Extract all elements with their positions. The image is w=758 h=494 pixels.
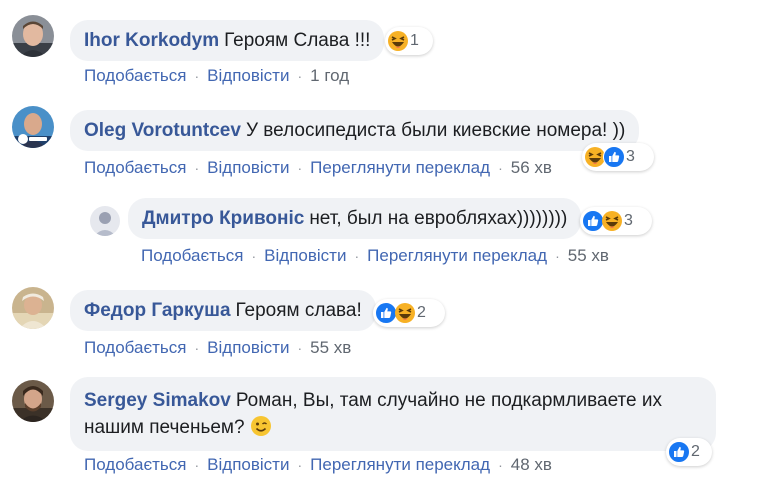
haha-icon — [394, 302, 416, 324]
avatar-dmytro-kryvonis[interactable] — [90, 206, 120, 236]
reaction-count: 1 — [410, 32, 419, 49]
like-link[interactable]: Подобається — [84, 338, 187, 358]
reaction-count: 3 — [624, 212, 633, 229]
reaction-summary[interactable]: 1 — [385, 27, 433, 55]
comment-bubble: Ihor Korkodym Героям Слава !!! — [70, 20, 385, 61]
reply-link[interactable]: Відповісти — [207, 455, 289, 475]
see-translation-link[interactable]: Переглянути переклад — [310, 455, 490, 475]
reply-link[interactable]: Відповісти — [207, 338, 289, 358]
reaction-count: 2 — [417, 304, 426, 321]
reaction-summary[interactable]: 3 — [580, 207, 652, 235]
like-link[interactable]: Подобається — [141, 246, 244, 266]
reply-link[interactable]: Відповісти — [207, 158, 289, 178]
separator-dot: · — [297, 68, 303, 84]
reply-bubble: Дмитро Кривоніс нет, был на евробляхах)))… — [128, 198, 582, 239]
separator-dot: · — [297, 340, 303, 356]
timestamp[interactable]: 56 хв — [511, 158, 552, 178]
separator-dot: · — [194, 68, 200, 84]
comment-text: Героям Слава !!! — [224, 30, 371, 51]
comment-text-line1: Роман, Вы, там случайно не подкармливает… — [235, 390, 663, 411]
separator-dot: · — [194, 340, 200, 356]
comment-author[interactable]: Дмитро Кривоніс — [142, 208, 304, 229]
comment-author[interactable]: Sergey Simakov — [84, 390, 231, 411]
timestamp[interactable]: 1 год — [310, 66, 349, 86]
separator-dot: · — [194, 457, 200, 473]
comment-actions: Подобається · Відповісти · Переглянути п… — [84, 455, 552, 475]
like-icon — [668, 441, 690, 463]
reply-link[interactable]: Відповісти — [207, 66, 289, 86]
comment-author[interactable]: Ihor Korkodym — [84, 30, 219, 51]
reaction-summary[interactable]: 2 — [666, 438, 712, 466]
comment-bubble: Sergey Simakov Роман, Вы, там случайно не… — [70, 377, 716, 451]
comment-bubble: Oleg Vorotuntcev У велосипедиста были кие… — [70, 110, 640, 151]
timestamp[interactable]: 55 хв — [310, 338, 351, 358]
separator-dot: · — [354, 248, 360, 264]
avatar-oleg-vorotuntcev[interactable] — [12, 106, 54, 148]
separator-dot: · — [297, 457, 303, 473]
avatar-sergey-simakov[interactable] — [12, 380, 54, 422]
separator-dot: · — [194, 160, 200, 176]
wink-emoji-icon — [250, 415, 272, 437]
comment-actions: Подобається · Відповісти · Переглянути п… — [84, 158, 552, 178]
like-link[interactable]: Подобається — [84, 455, 187, 475]
see-translation-link[interactable]: Переглянути переклад — [310, 158, 490, 178]
reply-actions: Подобається · Відповісти · Переглянути п… — [141, 246, 609, 266]
comment-author[interactable]: Федор Гаркуша — [84, 300, 231, 321]
separator-dot: · — [498, 160, 503, 176]
comment-text: нет, был на евробляхах)))))))) — [309, 208, 568, 229]
comment-bubble: Федор Гаркуша Героям слава! — [70, 290, 376, 331]
like-link[interactable]: Подобається — [84, 66, 187, 86]
avatar-fedor-garkusha[interactable] — [12, 287, 54, 329]
comment-text: Героям слава! — [235, 300, 362, 321]
reaction-count: 3 — [626, 148, 635, 165]
haha-icon — [387, 30, 409, 52]
reaction-summary[interactable]: 3 — [582, 143, 654, 171]
separator-dot: · — [555, 248, 560, 264]
separator-dot: · — [297, 160, 303, 176]
separator-dot: · — [498, 457, 503, 473]
separator-dot: · — [251, 248, 257, 264]
timestamp[interactable]: 55 хв — [568, 246, 609, 266]
like-link[interactable]: Подобається — [84, 158, 187, 178]
comment-author[interactable]: Oleg Vorotuntcev — [84, 120, 241, 141]
comment-actions: Подобається · Відповісти · 55 хв — [84, 338, 351, 358]
timestamp[interactable]: 48 хв — [511, 455, 552, 475]
like-icon — [603, 146, 625, 168]
reply-link[interactable]: Відповісти — [264, 246, 346, 266]
reaction-summary[interactable]: 2 — [373, 299, 445, 327]
comment-text: У велосипедиста были киевские номера! )) — [245, 120, 626, 141]
comment-actions: Подобається · Відповісти · 1 год — [84, 66, 349, 86]
avatar-ihor-korkodym[interactable] — [12, 15, 54, 57]
haha-icon — [601, 210, 623, 232]
reaction-count: 2 — [691, 443, 700, 460]
comment-text-line2: нашим печеньем? — [84, 417, 245, 438]
see-translation-link[interactable]: Переглянути переклад — [367, 246, 547, 266]
